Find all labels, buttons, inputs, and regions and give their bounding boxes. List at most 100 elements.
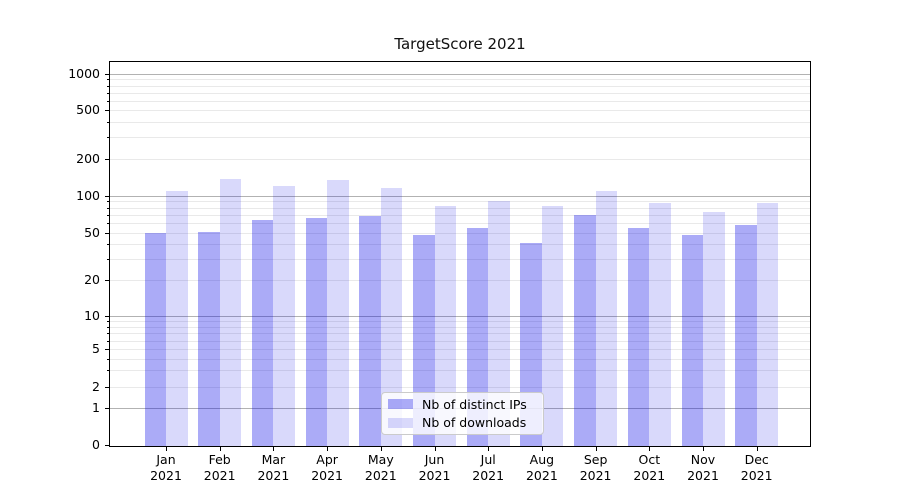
y-minor-tick-mark-200 [107,159,109,160]
x-tick-label-dec: Dec 2021 [729,452,785,484]
bar-jan-nb-of-downloads [166,190,188,446]
bar-apr-nb-of-distinct-ips [305,217,328,446]
bar-feb-nb-of-distinct-ips [198,231,220,446]
x-label-year: 2021 [472,468,505,483]
x-tick-mark-jan [166,447,167,451]
y-minor-tick-mark-700 [107,92,109,94]
y-tick-label-1000: 1000 [68,66,100,81]
x-label-month: Aug [529,452,555,467]
x-label-month: Mar [261,452,286,467]
bar-apr-nb-of-downloads [327,179,349,446]
x-label-month: Jan [156,452,176,467]
x-label-month: Jul [480,452,496,467]
x-label-year: 2021 [150,468,182,483]
x-label-year: 2021 [257,468,290,483]
y-minor-tick-mark-800 [107,85,109,87]
y-minor-tick-mark-30 [107,259,109,261]
x-label-year: 2021 [525,468,558,483]
y-tick-mark-10 [105,316,109,317]
y-tick-label-0: 0 [92,437,100,452]
y-minor-tick-mark-6 [107,340,109,342]
y-tick-mark-100 [105,195,109,197]
y-minor-tick-mark-7 [107,333,109,335]
x-label-year: 2021 [311,468,343,483]
legend-label-nb-of-distinct-ips: Nb of distinct IPs [422,396,527,412]
bar-jan-nb-of-distinct-ips [144,232,166,446]
plot-area: Nb of distinct IPs Nb of downloads [109,61,811,447]
x-tick-mark-mar [273,447,275,451]
x-tick-mark-apr [327,447,329,451]
figure: TargetScore 2021 Nb of distinct IPs Nb of… [0,0,900,500]
x-tick-label-mar: Mar 2021 [245,452,301,484]
x-label-year: 2021 [364,468,397,483]
x-tick-label-apr: Apr 2021 [299,452,355,484]
bar-mar-nb-of-distinct-ips [251,220,274,446]
y-minor-tick-mark-500 [107,110,109,111]
x-label-year: 2021 [203,468,236,483]
x-label-year: 2021 [740,468,773,483]
x-label-month: May [367,452,394,467]
y-tick-label-20: 20 [84,272,100,287]
bar-dec-nb-of-distinct-ips [735,224,757,446]
legend-row-nb-of-distinct-ips: Nb of distinct IPs [388,395,543,414]
y-tick-label-1: 1 [92,400,100,416]
y-tick-label-2: 2 [92,379,100,395]
x-label-month: Sep [583,452,608,467]
x-tick-mark-feb [219,447,221,451]
y-minor-tick-mark-600 [107,100,109,102]
x-label-month: Dec [744,452,769,467]
y-minor-tick-mark-70 [107,214,109,216]
x-tick-mark-may [380,447,382,451]
legend-row-nb-of-downloads: Nb of downloads [388,414,543,433]
y-minor-tick-mark-2 [107,387,109,389]
y-minor-tick-mark-8 [107,326,109,328]
bar-mar-nb-of-downloads [273,186,295,446]
x-tick-label-jul: Jul 2021 [460,452,516,484]
bar-oct-nb-of-downloads [649,202,671,446]
y-tick-label-500: 500 [76,102,100,117]
y-minor-tick-mark-50 [107,232,109,234]
bar-sep-nb-of-distinct-ips [574,214,596,446]
x-label-year: 2021 [579,468,612,483]
y-tick-mark-0 [105,445,109,446]
y-tick-mark-1 [105,408,109,410]
legend-label-nb-of-downloads: Nb of downloads [422,415,527,431]
y-tick-label-5: 5 [92,341,100,357]
x-label-month: Jun [424,452,445,467]
x-tick-mark-aug [541,447,543,451]
y-tick-label-10: 10 [84,308,100,323]
y-minor-tick-mark-5 [107,349,109,351]
x-label-year: 2021 [687,468,719,483]
y-minor-tick-mark-90 [107,201,109,203]
x-label-month: Apr [316,452,338,467]
x-tick-label-sep: Sep 2021 [568,452,624,484]
x-label-month: Feb [208,452,231,467]
legend-swatch-nb-of-distinct-ips [388,399,413,410]
x-tick-mark-nov [703,447,704,451]
bar-dec-nb-of-downloads [756,202,779,446]
bar-nov-nb-of-downloads [703,211,725,446]
bar-sep-nb-of-downloads [595,190,618,446]
y-minor-tick-mark-9 [107,321,109,323]
bars-layer [110,62,810,446]
x-label-year: 2021 [633,468,666,483]
y-minor-tick-mark-60 [107,222,109,224]
x-tick-mark-oct [649,447,651,451]
chart-title: TargetScore 2021 [394,35,526,53]
x-tick-label-jan: Jan 2021 [138,452,194,484]
y-minor-tick-mark-300 [107,137,109,139]
x-tick-label-aug: Aug 2021 [514,452,570,484]
y-tick-mark-1000 [105,74,109,75]
y-tick-label-50: 50 [84,224,100,240]
y-minor-tick-mark-900 [107,79,109,81]
x-tick-mark-dec [756,447,758,451]
y-tick-label-200: 200 [76,151,100,166]
x-tick-label-jun: Jun 2021 [407,452,463,484]
bar-may-nb-of-distinct-ips [359,215,381,446]
y-minor-tick-mark-4 [107,358,109,360]
x-tick-mark-sep [595,447,597,451]
bar-oct-nb-of-distinct-ips [627,227,650,446]
y-minor-tick-mark-3 [107,370,109,372]
y-minor-tick-mark-80 [107,207,109,209]
bar-aug-nb-of-downloads [541,206,564,446]
